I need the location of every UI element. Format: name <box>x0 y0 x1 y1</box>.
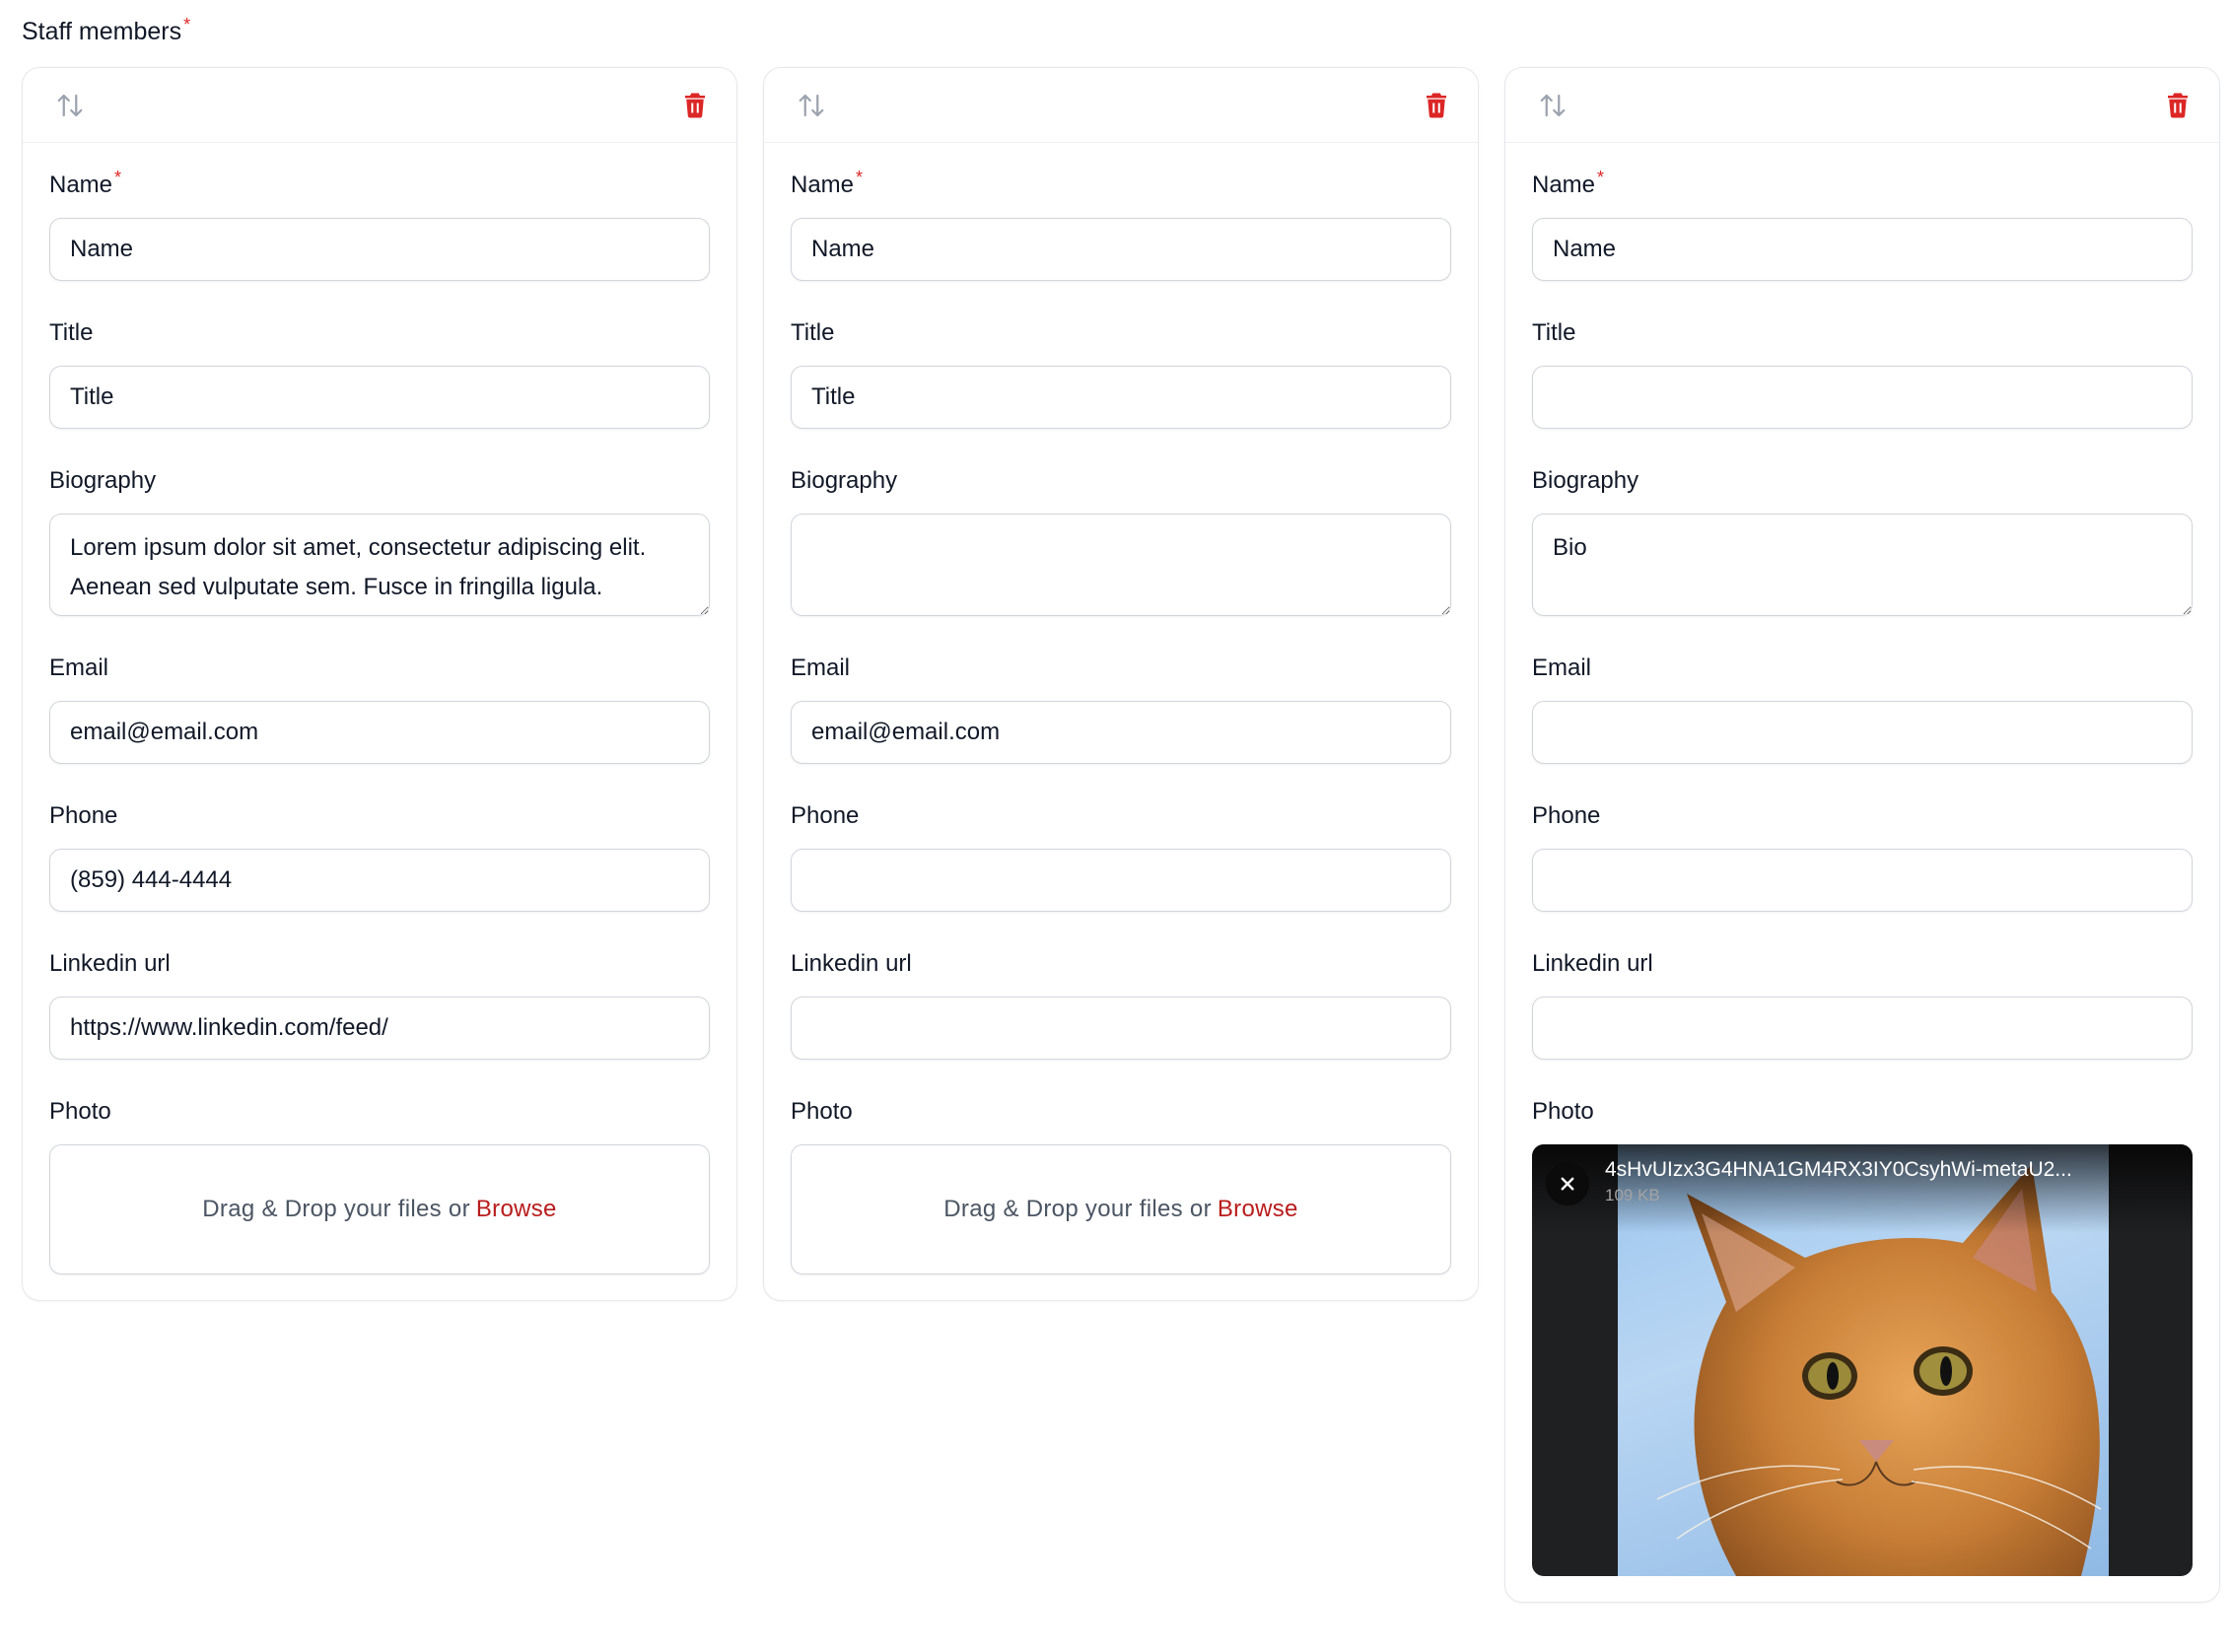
card-body: Name* Title Biography Lorem ipsum dolor … <box>23 143 736 1300</box>
email-label: Email <box>49 654 109 681</box>
required-mark: * <box>114 168 122 187</box>
reorder-handle[interactable] <box>792 86 831 125</box>
linkedin-input[interactable] <box>791 997 1451 1060</box>
staff-members-form: Staff members* Name* Title <box>0 0 2230 1652</box>
photo-label: Photo <box>791 1098 853 1125</box>
linkedin-input[interactable] <box>1532 997 2193 1060</box>
title-input[interactable] <box>1532 366 2193 429</box>
phone-input[interactable] <box>1532 849 2193 912</box>
phone-label: Phone <box>49 802 118 829</box>
reorder-handle[interactable] <box>50 86 90 125</box>
phone-label: Phone <box>791 802 860 829</box>
email-field-group: Email <box>791 654 1451 764</box>
dropzone-text: Drag & Drop your files or <box>202 1196 470 1222</box>
title-label: Title <box>791 319 835 346</box>
biography-field-group: Biography <box>1532 466 2193 616</box>
title-field-group: Title <box>49 318 710 429</box>
file-size: 109 KB <box>1605 1186 1660 1205</box>
name-input[interactable] <box>791 218 1451 281</box>
staff-member-card: Name* Title Biography Email Phone <box>1504 67 2220 1603</box>
dropzone-text: Drag & Drop your files or <box>943 1196 1212 1222</box>
card-body: Name* Title Biography Email Phone <box>1505 143 2219 1602</box>
biography-field-group: Biography Lorem ipsum dolor sit amet, co… <box>49 466 710 616</box>
title-input[interactable] <box>49 366 710 429</box>
section-label: Staff members * <box>22 14 191 45</box>
email-input[interactable] <box>49 701 710 764</box>
arrows-up-down-icon <box>57 94 83 116</box>
biography-textarea[interactable] <box>791 514 1451 616</box>
delete-member-button[interactable] <box>2158 86 2197 125</box>
email-input[interactable] <box>1532 701 2193 764</box>
photo-label: Photo <box>1532 1098 1594 1125</box>
phone-input[interactable] <box>49 849 710 912</box>
photo-preview: 4sHvUIzx3G4HNA1GM4RX3IY0CsyhWi-metaU2...… <box>1532 1144 2193 1576</box>
delete-member-button[interactable] <box>1417 86 1456 125</box>
photo-field-group: Photo 4sHvUIzx3G4HNA1GM4RX3IY0CsyhWi-met… <box>1532 1097 2193 1576</box>
trash-icon <box>685 93 705 118</box>
linkedin-input[interactable] <box>49 997 710 1060</box>
biography-textarea[interactable]: Lorem ipsum dolor sit amet, consectetur … <box>49 514 710 616</box>
remove-file-button[interactable] <box>1546 1162 1589 1205</box>
photo-field-group: Photo Drag & Drop your files or Browse <box>49 1097 710 1274</box>
linkedin-field-group: Linkedin url <box>1532 949 2193 1060</box>
title-label: Title <box>1532 319 1576 346</box>
photo-dropzone[interactable]: Drag & Drop your files or Browse <box>791 1144 1451 1274</box>
email-field-group: Email <box>1532 654 2193 764</box>
title-input[interactable] <box>791 366 1451 429</box>
file-name: 4sHvUIzx3G4HNA1GM4RX3IY0CsyhWi-metaU2... <box>1605 1158 2072 1181</box>
required-mark: * <box>183 14 191 34</box>
email-label: Email <box>1532 654 1592 681</box>
trash-icon <box>1427 93 1446 118</box>
linkedin-label: Linkedin url <box>1532 950 1653 977</box>
email-label: Email <box>791 654 851 681</box>
arrows-up-down-icon <box>1540 94 1566 116</box>
name-input[interactable] <box>1532 218 2193 281</box>
staff-member-card: Name* Title Biography Lorem ipsum dolor … <box>22 67 737 1301</box>
linkedin-label: Linkedin url <box>49 950 171 977</box>
browse-link[interactable]: Browse <box>476 1196 557 1223</box>
title-label: Title <box>49 319 94 346</box>
title-field-group: Title <box>1532 318 2193 429</box>
title-field-group: Title <box>791 318 1451 429</box>
phone-input[interactable] <box>791 849 1451 912</box>
card-body: Name* Title Biography Email Phone <box>764 143 1478 1300</box>
required-mark: * <box>1597 168 1605 187</box>
phone-field-group: Phone <box>1532 801 2193 912</box>
name-field-group: Name * <box>49 168 710 281</box>
name-label: Name * <box>1532 168 1605 198</box>
staff-member-list: Name* Title Biography Lorem ipsum dolor … <box>22 67 2220 1603</box>
linkedin-field-group: Linkedin url <box>49 949 710 1060</box>
name-label: Name * <box>791 168 864 198</box>
phone-field-group: Phone <box>49 801 710 912</box>
photo-field-group: Photo Drag & Drop your files or Browse <box>791 1097 1451 1274</box>
email-input[interactable] <box>791 701 1451 764</box>
staff-member-card: Name* Title Biography Email Phone <box>763 67 1479 1301</box>
card-header <box>1505 68 2219 143</box>
photo-dropzone[interactable]: Drag & Drop your files or Browse <box>49 1144 710 1274</box>
biography-field-group: Biography <box>791 466 1451 616</box>
name-field-group: Name * <box>791 168 1451 281</box>
name-field-group: Name * <box>1532 168 2193 281</box>
email-field-group: Email <box>49 654 710 764</box>
linkedin-label: Linkedin url <box>791 950 912 977</box>
biography-label: Biography <box>1532 467 1639 494</box>
biography-textarea[interactable] <box>1532 514 2193 616</box>
biography-label: Biography <box>791 467 898 494</box>
arrows-up-down-icon <box>799 94 824 116</box>
card-header <box>23 68 736 143</box>
trash-icon <box>2168 93 2188 118</box>
browse-link[interactable]: Browse <box>1218 1196 1298 1223</box>
card-header <box>764 68 1478 143</box>
reorder-handle[interactable] <box>1533 86 1572 125</box>
name-input[interactable] <box>49 218 710 281</box>
phone-label: Phone <box>1532 802 1601 829</box>
linkedin-field-group: Linkedin url <box>791 949 1451 1060</box>
name-label: Name * <box>49 168 122 198</box>
photo-label: Photo <box>49 1098 111 1125</box>
biography-label: Biography <box>49 467 157 494</box>
phone-field-group: Phone <box>791 801 1451 912</box>
close-icon <box>1561 1177 1574 1191</box>
required-mark: * <box>856 168 864 187</box>
delete-member-button[interactable] <box>675 86 715 125</box>
